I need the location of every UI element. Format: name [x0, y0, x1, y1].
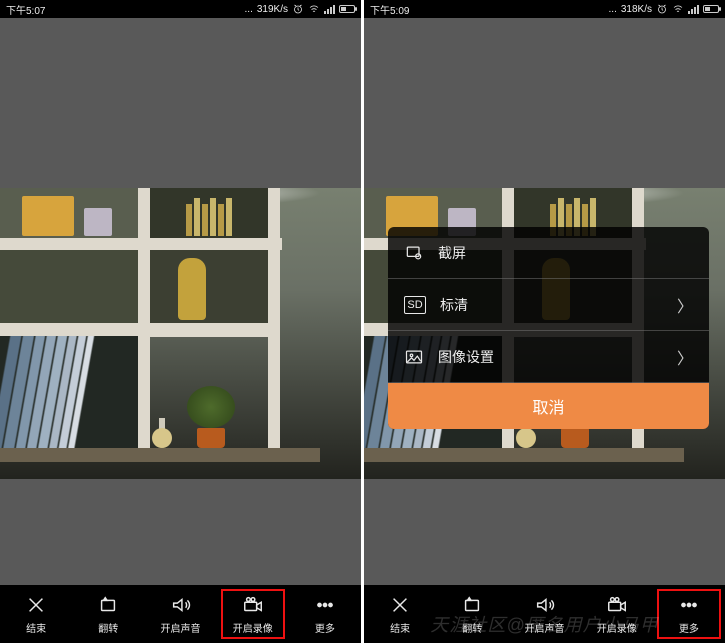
camera-feed[interactable]	[0, 188, 361, 479]
battery-icon	[339, 5, 355, 13]
sound-icon	[534, 594, 556, 616]
close-icon	[389, 594, 411, 616]
more-button[interactable]: 更多	[289, 585, 361, 643]
record-button[interactable]: 开启录像	[581, 585, 653, 643]
close-icon	[25, 594, 47, 616]
sound-label: 开启声音	[525, 620, 565, 635]
more-menu-popup: 截屏 SD 标清 〉 图像设置 〉 取消	[388, 227, 709, 429]
status-right: ... 319K/s	[245, 3, 355, 15]
sound-label: 开启声音	[161, 620, 201, 635]
menu-label: 截屏	[438, 243, 466, 263]
sound-icon	[170, 594, 192, 616]
status-time: 下午5:07	[6, 2, 245, 17]
end-label: 结束	[26, 620, 46, 635]
camcorder-icon	[242, 594, 264, 616]
end-label: 结束	[390, 620, 410, 635]
cancel-label: 取消	[532, 394, 564, 418]
bottom-toolbar: 结束 翻转 开启声音 开启录像 更多	[0, 585, 361, 643]
chevron-right-icon: 〉	[677, 293, 693, 317]
flip-label: 翻转	[462, 620, 482, 635]
menu-item-quality[interactable]: SD 标清 〉	[388, 279, 709, 331]
flip-label: 翻转	[98, 620, 118, 635]
more-label: 更多	[315, 620, 335, 635]
status-right: ... 318K/s	[609, 3, 719, 15]
status-speed: 319K/s	[257, 4, 288, 15]
camcorder-icon	[606, 594, 628, 616]
flip-icon	[97, 594, 119, 616]
menu-item-screenshot[interactable]: 截屏	[388, 227, 709, 279]
status-bar: 下午5:07 ... 319K/s	[0, 0, 361, 18]
wifi-icon	[308, 3, 320, 15]
alarm-icon	[656, 3, 668, 15]
menu-cancel-button[interactable]: 取消	[388, 383, 709, 429]
image-icon	[404, 347, 424, 367]
record-button[interactable]: 开启录像	[217, 585, 289, 643]
battery-icon	[703, 5, 719, 13]
sound-button[interactable]: 开启声音	[144, 585, 216, 643]
sound-button[interactable]: 开启声音	[508, 585, 580, 643]
chevron-right-icon: 〉	[677, 345, 693, 369]
screenshot-icon	[404, 243, 424, 263]
more-icon	[678, 594, 700, 616]
bottom-toolbar: 结束 翻转 开启声音 开启录像 更多	[364, 585, 725, 643]
end-button[interactable]: 结束	[0, 585, 72, 643]
status-bar: 下午5:09 ... 318K/s	[364, 0, 725, 18]
status-speed: 318K/s	[621, 4, 652, 15]
signal-icon	[324, 5, 335, 14]
flip-icon	[461, 594, 483, 616]
menu-label: 图像设置	[438, 347, 494, 367]
menu-label: 标清	[440, 295, 468, 315]
status-time: 下午5:09	[370, 2, 609, 17]
wifi-icon	[672, 3, 684, 15]
signal-icon	[688, 5, 699, 14]
more-label: 更多	[679, 620, 699, 635]
alarm-icon	[292, 3, 304, 15]
more-button[interactable]: 更多	[653, 585, 725, 643]
record-label: 开启录像	[597, 620, 637, 635]
screen-left: 下午5:07 ... 319K/s 结束 翻转	[0, 0, 361, 643]
screen-right: 下午5:09 ... 318K/s 截屏 SD	[364, 0, 725, 643]
sd-icon: SD	[404, 296, 426, 314]
menu-item-image-settings[interactable]: 图像设置 〉	[388, 331, 709, 383]
flip-button[interactable]: 翻转	[436, 585, 508, 643]
record-label: 开启录像	[233, 620, 273, 635]
more-icon	[314, 594, 336, 616]
flip-button[interactable]: 翻转	[72, 585, 144, 643]
end-button[interactable]: 结束	[364, 585, 436, 643]
